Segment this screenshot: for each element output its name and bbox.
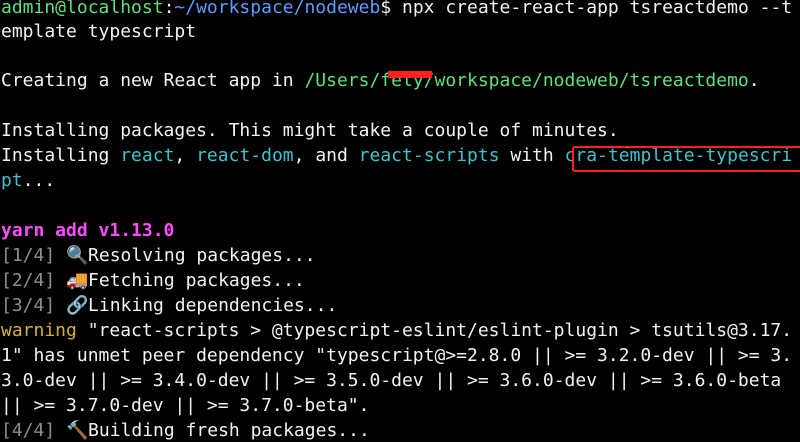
installing-suffix: ... <box>22 170 56 191</box>
template-name-end: pt <box>1 170 23 191</box>
prompt-line: admin@localhost:~/workspace/nodeweb$ npx… <box>1 0 792 20</box>
step-1-line: [1/4] 🔍Resolving packages... <box>1 243 316 268</box>
warning-text-1: "react-scripts > @typescript-eslint/esli… <box>76 320 793 341</box>
terminal-window[interactable]: admin@localhost:~/workspace/nodeweb$ npx… <box>0 0 800 442</box>
installing-prefix: Installing <box>1 145 121 166</box>
hammer-icon: 🔨 <box>66 420 89 441</box>
warning-line-4: || >= 3.7.0-dev || >= 3.7.0-beta". <box>1 395 370 416</box>
warning-line-2: 1" has unmet peer dependency "typescript… <box>1 345 793 366</box>
package-react-dom: react-dom <box>196 145 294 166</box>
prompt-path: ~/workspace/nodeweb <box>174 0 381 18</box>
installing-with: with <box>499 145 565 166</box>
step-4-number: [4/4] <box>1 420 56 441</box>
warning-label: warning <box>1 320 77 341</box>
step-2-line: [2/4] 🚚Fetching packages... <box>1 268 305 293</box>
truck-icon: 🚚 <box>66 270 89 291</box>
step-2-number: [2/4] <box>1 270 56 291</box>
link-icon: 🔗 <box>66 295 89 316</box>
prompt-user-host: admin@localhost <box>1 0 164 18</box>
command-text: npx create-react-app tsreactdemo --t <box>402 0 793 18</box>
template-highlight-box <box>572 146 800 172</box>
installing-continuation: pt... <box>1 168 55 193</box>
prompt-symbol: $ <box>380 0 402 18</box>
step-4-line: [4/4] 🔨Building fresh packages... <box>1 418 370 442</box>
step-1-number: [1/4] <box>1 245 56 266</box>
installing-sep1: , <box>174 145 197 166</box>
step-3-line: [3/4] 🔗Linking dependencies... <box>1 293 337 318</box>
step-4-text: Building fresh packages... <box>88 420 370 441</box>
redaction-mark <box>388 71 432 78</box>
installing-message: Installing packages. This might take a c… <box>1 120 619 141</box>
magnifier-icon: 🔍 <box>66 245 89 266</box>
step-3-number: [3/4] <box>1 295 56 316</box>
package-react: react <box>120 145 175 166</box>
creating-prefix: Creating a new React app in <box>1 70 305 91</box>
step-1-text: Resolving packages... <box>88 245 316 266</box>
command-continuation: emplate typescript <box>1 21 197 42</box>
yarn-version-line: yarn add v1.13.0 <box>1 220 175 241</box>
creating-path: /Users/fely/workspace/nodeweb/tsreactdem… <box>304 70 749 91</box>
creating-line: Creating a new React app in /Users/fely/… <box>1 68 760 93</box>
creating-suffix: . <box>748 70 760 91</box>
warning-line-3: 3.0-dev || >= 3.4.0-dev || >= 3.5.0-dev … <box>1 370 782 391</box>
step-2-text: Fetching packages... <box>88 270 305 291</box>
installing-sep2: , and <box>293 145 359 166</box>
package-react-scripts: react-scripts <box>358 145 500 166</box>
warning-line-1: warning "react-scripts > @typescript-esl… <box>1 318 792 343</box>
step-3-text: Linking dependencies... <box>88 295 338 316</box>
prompt-colon: : <box>163 0 175 18</box>
